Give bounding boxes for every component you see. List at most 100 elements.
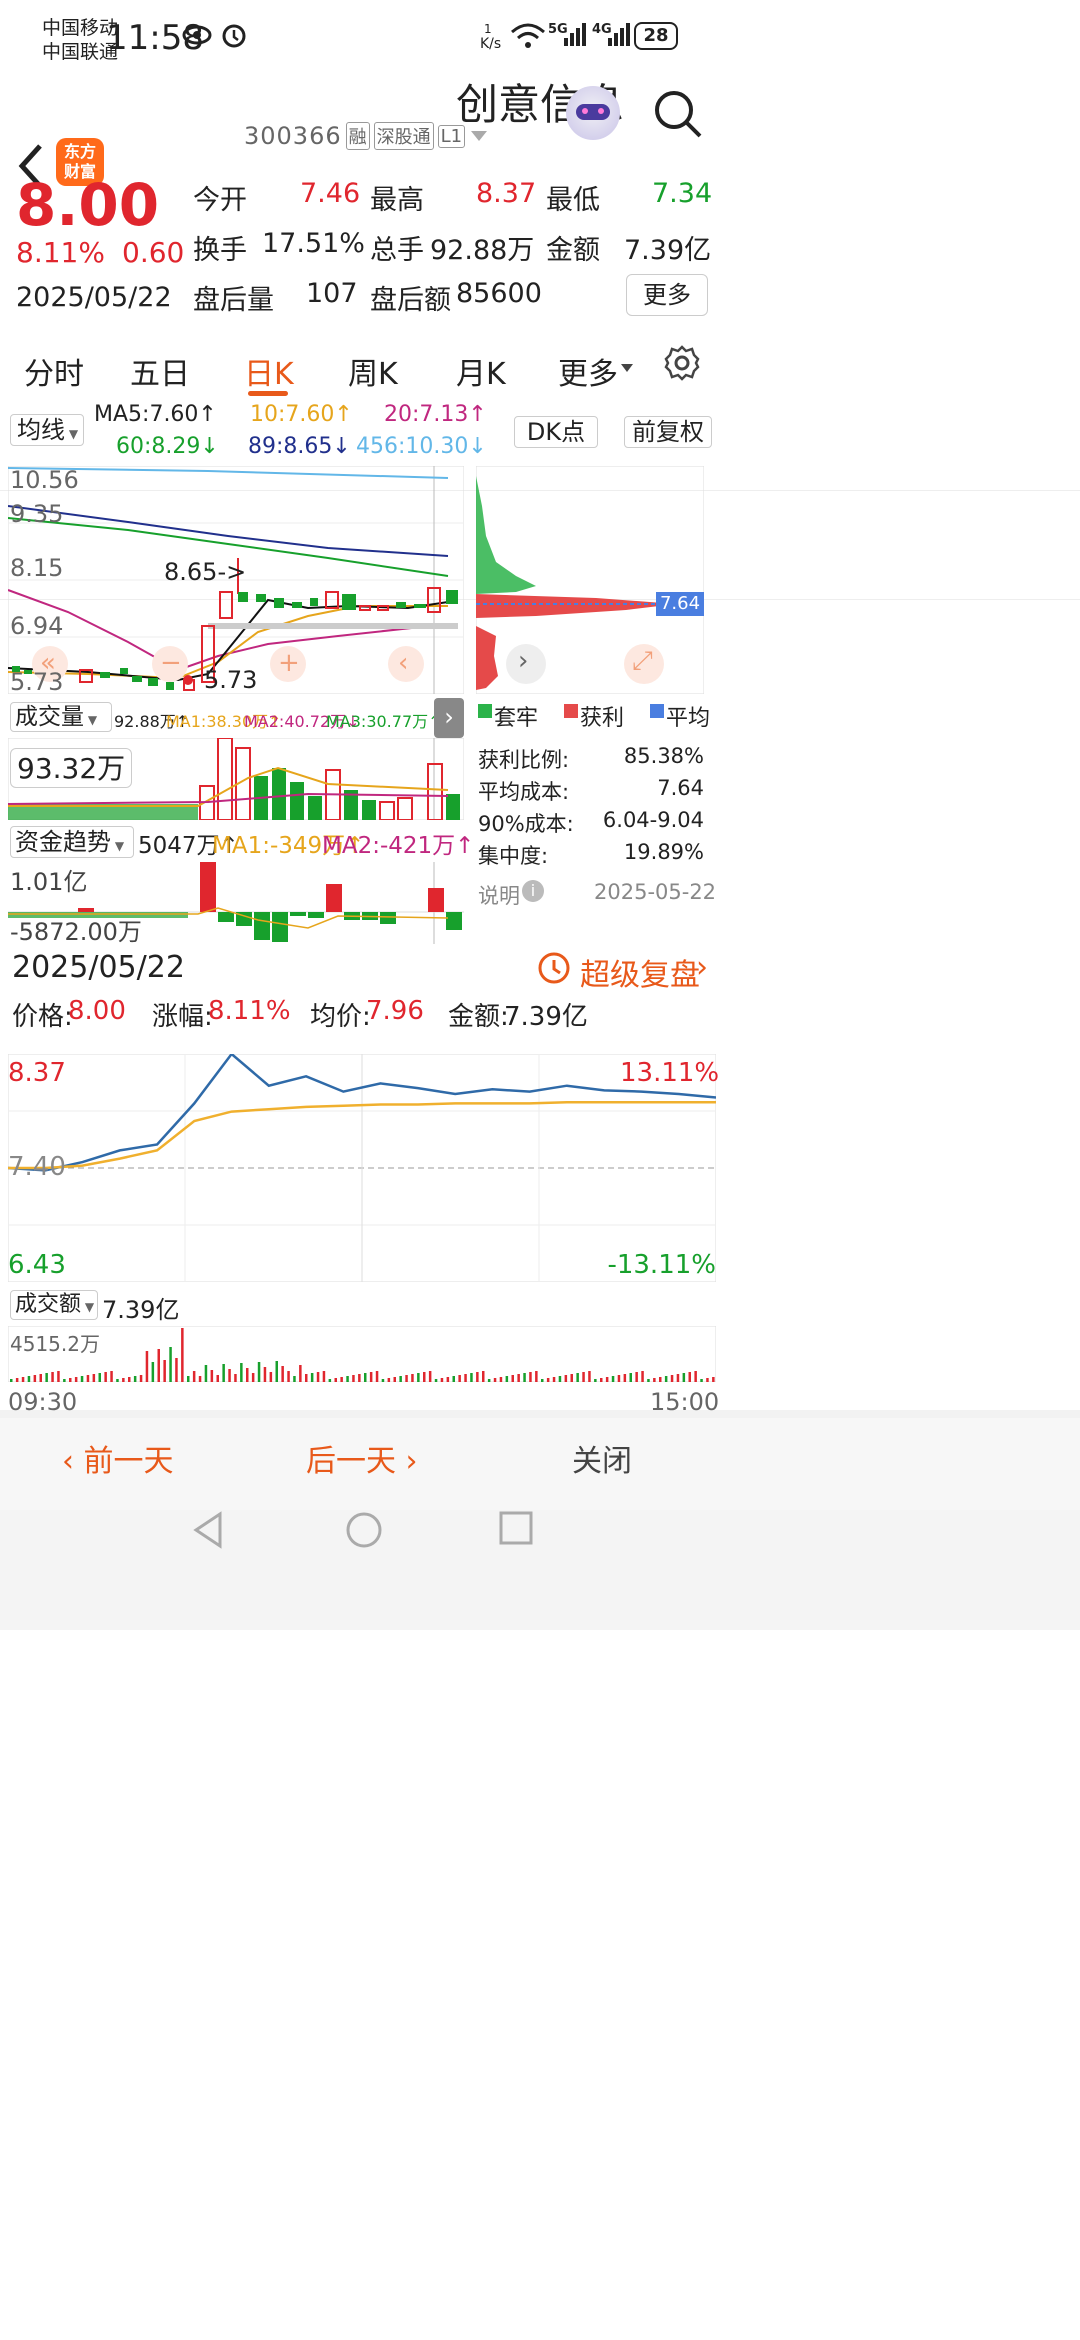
time-start: 09:30 xyxy=(8,1388,78,1416)
nav-back-icon[interactable] xyxy=(190,1510,226,1550)
stat-avg-cost-value: 7.64 xyxy=(657,776,704,800)
intraday-volume-chart[interactable] xyxy=(8,1326,716,1382)
info-icon[interactable]: i xyxy=(522,880,544,902)
chip-distribution-chart[interactable] xyxy=(476,466,704,694)
tab-daily-k[interactable]: 日K xyxy=(244,349,294,393)
next-day-button[interactable]: 后一天 › xyxy=(306,1436,418,1480)
volume-bar xyxy=(334,1378,337,1382)
volume-bar xyxy=(204,1365,208,1382)
top-bar: 东方 财富 创意信息 300366 融 深股通 L1 xyxy=(0,80,1080,240)
volume-bar xyxy=(594,1379,597,1382)
chip-note[interactable]: 说明 xyxy=(478,880,520,910)
high-label: 最高 xyxy=(370,185,424,216)
quote-date: 2025/05/22 xyxy=(16,282,172,313)
ma-select[interactable]: 均线 ▼ xyxy=(10,414,84,446)
volume-bar xyxy=(51,1372,54,1382)
prev-day-button[interactable]: ‹ 前一天 xyxy=(62,1436,174,1480)
scroll-left-fast-icon[interactable]: « xyxy=(40,648,56,678)
change-percent: 8.11% xyxy=(16,236,105,269)
volume-bar xyxy=(305,1374,308,1382)
price-value: 8.00 xyxy=(68,996,126,1026)
volume-bar xyxy=(74,1377,78,1382)
ma60-value: 60:8.29↓ xyxy=(116,434,219,459)
ai-assistant-avatar[interactable] xyxy=(566,86,620,140)
volume-bar xyxy=(617,1375,621,1382)
volume-bar xyxy=(694,1371,697,1382)
volume-bar xyxy=(15,1378,19,1382)
high-value: 8.37 xyxy=(476,178,537,209)
dk-point-button[interactable]: DK点 xyxy=(514,416,598,448)
volume-bar xyxy=(275,1361,278,1382)
turnover-label: 换手 xyxy=(193,235,247,266)
system-nav-bar xyxy=(0,1510,1080,1630)
amount-indicator-select[interactable]: 成交额 ▼ xyxy=(10,1290,98,1320)
fund-trend-select[interactable]: 资金趋势 ▼ xyxy=(10,826,134,858)
prev-day-label: 前一天 xyxy=(83,1444,174,1479)
scroll-left-icon[interactable]: ‹ xyxy=(398,648,408,678)
super-replay-link[interactable]: 超级复盘 xyxy=(580,950,700,994)
change-amount: 0.60 xyxy=(122,236,185,269)
expand-icon[interactable]: ⤢ xyxy=(632,646,653,677)
intraday-price-chart[interactable] xyxy=(8,1054,716,1282)
nav-home-icon[interactable] xyxy=(344,1510,384,1550)
zoom-in-icon[interactable]: + xyxy=(278,648,300,678)
volume-bar xyxy=(27,1376,31,1382)
amount-select-label: 成交额 xyxy=(15,1292,82,1317)
stock-code: 300366 xyxy=(244,122,342,150)
fund-ma2: MA2:-421万↑ xyxy=(322,833,475,859)
speed-unit: K/s xyxy=(480,36,502,52)
tab-more[interactable]: 更多 xyxy=(558,349,618,393)
volume-bar xyxy=(216,1375,219,1382)
search-icon[interactable] xyxy=(652,88,704,140)
volume-bar xyxy=(381,1379,385,1382)
alarm-icon xyxy=(222,24,246,48)
legend-swatch-average xyxy=(650,704,664,718)
more-button[interactable]: 更多 xyxy=(626,274,708,316)
zoom-out-icon[interactable]: − xyxy=(160,648,182,678)
replay-arrow-icon[interactable]: › xyxy=(696,950,708,985)
volume-bar xyxy=(246,1368,249,1382)
amount-total: 7.39亿 xyxy=(102,1296,180,1324)
tab-timeshare[interactable]: 分时 xyxy=(24,349,84,393)
volume-bar xyxy=(281,1366,284,1382)
volume-bar xyxy=(299,1365,302,1382)
volume-axis-label: 93.32万 xyxy=(10,748,133,788)
volume-bar xyxy=(257,1362,261,1382)
tab-weekly-k[interactable]: 周K xyxy=(348,349,398,393)
close-button[interactable]: 关闭 xyxy=(572,1436,632,1480)
stat-profit-ratio-value: 85.38% xyxy=(623,744,704,768)
settings-icon[interactable] xyxy=(664,345,700,381)
collapse-panel-icon[interactable]: › xyxy=(434,698,464,738)
volume-select-label: 成交量 xyxy=(15,704,84,730)
low-label: 最低 xyxy=(546,185,600,216)
volume-bar xyxy=(411,1374,414,1382)
volume-indicator-select[interactable]: 成交量 ▼ xyxy=(10,702,112,732)
volume-bar xyxy=(611,1376,615,1382)
volume-bar xyxy=(635,1372,638,1382)
volume-bar xyxy=(434,1379,438,1382)
tab-five-day[interactable]: 五日 xyxy=(130,349,190,393)
volume-bar xyxy=(310,1373,314,1382)
volume-bar xyxy=(358,1374,361,1382)
nav-recents-icon[interactable] xyxy=(498,1510,534,1546)
volume-bar xyxy=(346,1376,349,1382)
volume-bar xyxy=(163,1360,166,1382)
fund-axis-bottom: -5872.00万 xyxy=(10,918,142,946)
replay-clock-icon[interactable] xyxy=(536,950,572,986)
volume-bar xyxy=(198,1376,202,1382)
volume-bar xyxy=(482,1371,485,1382)
volume-bar xyxy=(145,1351,149,1382)
y-bottom-pct: -13.11% xyxy=(607,1250,716,1280)
volume-bar xyxy=(493,1378,497,1382)
volume-bar xyxy=(464,1374,467,1382)
adjust-button[interactable]: 前复权 xyxy=(624,416,712,448)
tab-monthly-k[interactable]: 月K xyxy=(456,349,506,393)
volume-bar xyxy=(369,1372,373,1382)
ma5-value: MA5:7.60↑ xyxy=(94,402,217,427)
chip-next-icon[interactable]: › xyxy=(518,646,528,676)
volume-bar xyxy=(122,1378,125,1382)
volume-bar xyxy=(499,1377,503,1382)
volume-bar xyxy=(110,1371,113,1382)
volume-bar xyxy=(187,1376,190,1382)
dropdown-icon[interactable] xyxy=(469,129,489,143)
